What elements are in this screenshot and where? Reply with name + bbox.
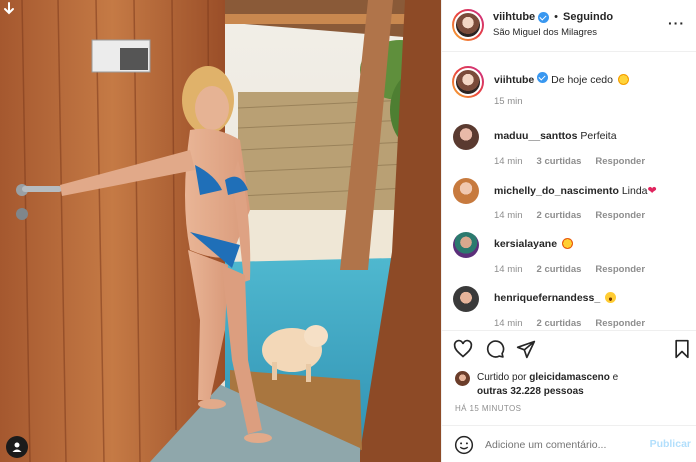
likes-summary: Curtido por gleicidamasceno e outras 32.… bbox=[442, 366, 696, 400]
commenter-avatar[interactable] bbox=[453, 232, 479, 258]
follow-status-button[interactable]: Seguindo bbox=[563, 11, 613, 23]
likes-prefix: Curtido por bbox=[477, 372, 527, 383]
author-line: viihtube • Seguindo bbox=[493, 11, 613, 23]
more-options-icon[interactable]: ··· bbox=[668, 16, 685, 30]
comment-time: 14 min bbox=[494, 318, 523, 329]
comment-bubble-icon[interactable] bbox=[485, 339, 505, 359]
comment-likes-link[interactable]: 3 curtidas bbox=[537, 156, 582, 167]
photo-illustration bbox=[0, 0, 441, 462]
liker-username[interactable]: gleicidamasceno bbox=[529, 372, 610, 383]
author-username[interactable]: viihtube bbox=[493, 11, 535, 23]
caption-text: De hoje cedo bbox=[551, 74, 613, 86]
caption-username[interactable]: viihtube bbox=[494, 74, 534, 86]
caption-meta: 15 min bbox=[494, 96, 523, 107]
comment-text-line: michelly_do_nascimento Linda❤ bbox=[494, 184, 657, 197]
comment-input[interactable] bbox=[485, 437, 635, 453]
reply-button[interactable]: Responder bbox=[595, 264, 645, 275]
share-send-icon[interactable] bbox=[516, 339, 536, 359]
likes-others-link[interactable]: outras 32.228 pessoas bbox=[477, 386, 584, 397]
face-open-mouth-emoji-icon bbox=[605, 292, 617, 303]
post-side-panel: viihtube • Seguindo São Miguel dos Milag… bbox=[441, 0, 696, 462]
likes-text: Curtido por gleicidamasceno e outras 32.… bbox=[477, 371, 687, 399]
arrow-down-icon[interactable] bbox=[2, 2, 16, 16]
caption-avatar[interactable] bbox=[452, 66, 484, 98]
emoji-picker-icon[interactable] bbox=[454, 435, 474, 455]
comment-meta: 14 min 3 curtidas Responder bbox=[494, 156, 645, 167]
liker-avatar[interactable] bbox=[455, 371, 470, 386]
post-timestamp[interactable]: HÁ 15 MINUTOS bbox=[455, 404, 521, 413]
verified-badge-icon bbox=[538, 11, 550, 23]
comment-likes-link[interactable]: 2 curtidas bbox=[537, 210, 582, 221]
commenter-avatar[interactable] bbox=[453, 124, 479, 150]
commenter-username[interactable]: kersialayane bbox=[494, 238, 557, 250]
location-link[interactable]: São Miguel dos Milagres bbox=[493, 27, 597, 38]
comment-likes-link[interactable]: 2 curtidas bbox=[537, 318, 582, 329]
sun-with-face-emoji-icon bbox=[617, 74, 629, 85]
comment-text-line: henriquefernandess_ bbox=[494, 292, 617, 304]
tagged-user-icon[interactable] bbox=[6, 436, 28, 458]
comment-text: Perfeita bbox=[580, 130, 617, 142]
comment-time: 14 min bbox=[494, 210, 523, 221]
reply-button[interactable]: Responder bbox=[595, 318, 645, 329]
comment-time: 14 min bbox=[494, 156, 523, 167]
commenter-username[interactable]: maduu__santtos bbox=[494, 130, 577, 142]
comment-meta: 14 min 2 curtidas Responder bbox=[494, 264, 645, 275]
separator-dot: • bbox=[554, 11, 559, 23]
post-photo[interactable] bbox=[0, 0, 441, 462]
commenter-username[interactable]: michelly_do_nascimento bbox=[494, 185, 619, 197]
comment-meta: 14 min 2 curtidas Responder bbox=[494, 318, 645, 329]
bookmark-save-icon[interactable] bbox=[672, 339, 692, 359]
reply-button[interactable]: Responder bbox=[595, 156, 645, 167]
comment-text: Linda bbox=[621, 185, 648, 197]
verified-badge-icon bbox=[537, 72, 549, 83]
likes-connector: e bbox=[612, 372, 619, 383]
reply-button[interactable]: Responder bbox=[595, 210, 645, 221]
star-struck-emoji-icon bbox=[561, 238, 573, 249]
red-heart-emoji-icon: ❤ bbox=[647, 185, 657, 197]
comment-meta: 14 min 2 curtidas Responder bbox=[494, 210, 645, 221]
caption-text-line: viihtube De hoje cedo bbox=[494, 72, 629, 86]
post-actions-bar bbox=[442, 330, 696, 366]
add-comment-bar: Publicar bbox=[442, 425, 696, 462]
caption-time: 15 min bbox=[494, 96, 523, 107]
comment-likes-link[interactable]: 2 curtidas bbox=[537, 264, 582, 275]
commenter-avatar[interactable] bbox=[453, 178, 479, 204]
heart-like-icon[interactable] bbox=[453, 339, 473, 359]
comment-text-line: maduu__santtos Perfeita bbox=[494, 130, 617, 142]
post-header: viihtube • Seguindo São Miguel dos Milag… bbox=[442, 0, 696, 52]
commenter-avatar[interactable] bbox=[453, 286, 479, 312]
commenter-username[interactable]: henriquefernandess_ bbox=[494, 292, 600, 304]
comment-time: 14 min bbox=[494, 264, 523, 275]
publish-button[interactable]: Publicar bbox=[650, 438, 691, 450]
comment-text-line: kersialayane bbox=[494, 238, 573, 250]
comments-list: viihtube De hoje cedo 15 min maduu__sant… bbox=[442, 52, 696, 330]
author-avatar[interactable] bbox=[452, 9, 484, 41]
